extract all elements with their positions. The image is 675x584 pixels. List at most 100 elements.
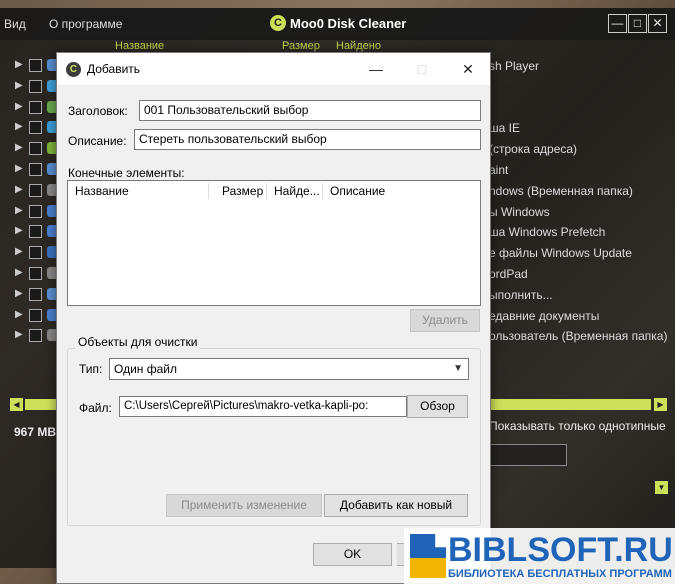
delete-button[interactable]: Удалить xyxy=(410,309,480,332)
type-select[interactable]: Один файл ▼ xyxy=(109,358,469,380)
file-label: Файл: xyxy=(79,401,112,415)
column-header-size[interactable]: Размер xyxy=(282,40,320,52)
checkbox-icon[interactable] xyxy=(29,204,42,218)
tree-row[interactable]: ▶ xyxy=(12,222,62,243)
menu-view[interactable]: Вид xyxy=(4,17,26,31)
play-arrow-icon[interactable]: ▶ xyxy=(15,267,23,278)
group-title: Объекты для очистки xyxy=(75,335,201,349)
dialog-close-button[interactable]: ✕ xyxy=(445,53,491,85)
dialog-minimize-button[interactable]: — xyxy=(353,53,399,85)
play-arrow-icon[interactable]: ▶ xyxy=(15,142,23,153)
list-item[interactable] xyxy=(489,77,675,98)
scroll-left-icon[interactable]: ◀ xyxy=(10,398,23,411)
apply-change-button[interactable]: Применить изменение xyxy=(166,494,322,517)
play-arrow-icon[interactable]: ▶ xyxy=(15,59,23,70)
checkbox-icon[interactable] xyxy=(29,79,42,93)
list-item[interactable]: едавние документы xyxy=(489,306,675,327)
checkbox-icon[interactable] xyxy=(29,266,42,280)
end-items-label: Конечные элементы: xyxy=(68,166,185,180)
description-input[interactable]: Стереть пользовательский выбор xyxy=(134,129,481,150)
list-item[interactable] xyxy=(489,98,675,119)
app-minimize-button[interactable]: — xyxy=(608,14,627,33)
cleaner-item-list: sh Player ша IE (строка адреса) aint ndows (… xyxy=(489,56,675,347)
list-column-size[interactable]: Размер xyxy=(222,184,263,198)
play-arrow-icon[interactable]: ▶ xyxy=(15,329,23,340)
file-path-input[interactable]: C:\Users\Сергей\Pictures\makro-vetka-kap… xyxy=(119,396,407,417)
play-arrow-icon[interactable]: ▶ xyxy=(15,246,23,257)
list-item[interactable]: е файлы Windows Update xyxy=(489,243,675,264)
list-item[interactable]: ы Windows xyxy=(489,202,675,223)
list-column-name[interactable]: Название xyxy=(75,184,129,198)
bottom-field[interactable] xyxy=(489,444,567,466)
play-arrow-icon[interactable]: ▶ xyxy=(15,288,23,299)
play-arrow-icon[interactable]: ▶ xyxy=(15,225,23,236)
play-arrow-icon[interactable]: ▶ xyxy=(15,184,23,195)
tree-row[interactable]: ▶ xyxy=(12,160,62,181)
tree-row[interactable]: ▶ xyxy=(12,243,62,264)
column-divider xyxy=(266,183,267,199)
watermark-subtitle: БИБЛИОТЕКА БЕСПЛАТНЫХ ПРОГРАММ xyxy=(448,568,672,580)
tree-row[interactable]: ▶ xyxy=(12,202,62,223)
tree-row[interactable]: ▶ xyxy=(12,264,62,285)
tree-row[interactable]: ▶ xyxy=(12,118,62,139)
end-items-list[interactable]: Название Размер Найде... Описание xyxy=(67,180,481,306)
tree-row[interactable]: ▶ xyxy=(12,139,62,160)
checkbox-icon[interactable] xyxy=(29,142,42,156)
list-column-found[interactable]: Найде... xyxy=(274,184,320,198)
list-item[interactable]: ordPad xyxy=(489,264,675,285)
checkbox-icon[interactable] xyxy=(29,162,42,176)
play-arrow-icon[interactable]: ▶ xyxy=(15,163,23,174)
total-size-label: 967 MB xyxy=(14,425,57,439)
checkbox-icon[interactable] xyxy=(29,100,42,114)
play-arrow-icon[interactable]: ▶ xyxy=(15,309,23,320)
type-label: Тип: xyxy=(79,362,103,376)
play-arrow-icon[interactable]: ▶ xyxy=(15,121,23,132)
add-dialog: C Добавить — □ ✕ Заголовок: 001 Пользова… xyxy=(56,52,491,584)
tree-row[interactable]: ▶ xyxy=(12,326,62,347)
scrollbar-track[interactable] xyxy=(488,399,651,410)
app-titlebar: Вид О программе C Moo0 Disk Cleaner — □ … xyxy=(0,8,675,40)
list-item[interactable]: aint xyxy=(489,160,675,181)
tree-row[interactable]: ▶ xyxy=(12,56,62,77)
tree-row[interactable]: ▶ xyxy=(12,181,62,202)
type-select-value: Один файл xyxy=(114,362,177,376)
scroll-down-icon[interactable]: ▼ xyxy=(655,481,668,494)
checkbox-icon[interactable] xyxy=(29,308,42,322)
chevron-down-icon[interactable]: ▼ xyxy=(453,359,463,379)
play-arrow-icon[interactable]: ▶ xyxy=(15,101,23,112)
list-item[interactable]: ша Windows Prefetch xyxy=(489,222,675,243)
watermark-name: BIBLSOFT.RU xyxy=(448,531,673,569)
column-header-name[interactable]: Название xyxy=(115,40,164,52)
tree-row[interactable]: ▶ xyxy=(12,77,62,98)
tree-row[interactable]: ▶ xyxy=(12,285,62,306)
list-column-description[interactable]: Описание xyxy=(330,184,385,198)
list-item[interactable]: ndows (Временная папка) xyxy=(489,181,675,202)
checkbox-icon[interactable] xyxy=(29,287,42,301)
checkbox-icon[interactable] xyxy=(29,225,42,239)
checkbox-icon[interactable] xyxy=(29,121,42,135)
ok-button[interactable]: OK xyxy=(313,543,392,566)
tree-row[interactable]: ▶ xyxy=(12,306,62,327)
scroll-right-icon[interactable]: ▶ xyxy=(654,398,667,411)
list-item[interactable]: ыполнить... xyxy=(489,285,675,306)
checkbox-icon[interactable] xyxy=(29,246,42,260)
menu-about[interactable]: О программе xyxy=(49,17,122,31)
app-close-button[interactable]: ✕ xyxy=(648,14,667,33)
list-item[interactable]: sh Player xyxy=(489,56,675,77)
column-header-found[interactable]: Найдено xyxy=(336,40,381,52)
app-maximize-button[interactable]: □ xyxy=(628,14,647,33)
play-arrow-icon[interactable]: ▶ xyxy=(15,205,23,216)
list-item[interactable]: ользователь (Временная папка) xyxy=(489,326,675,347)
tree-row[interactable]: ▶ xyxy=(12,98,62,119)
dialog-titlebar: C Добавить — □ ✕ xyxy=(57,53,490,85)
checkbox-icon[interactable] xyxy=(29,329,42,343)
list-item[interactable]: ша IE xyxy=(489,118,675,139)
list-item[interactable]: (строка адреса) xyxy=(489,139,675,160)
add-as-new-button[interactable]: Добавить как новый xyxy=(324,494,468,517)
play-arrow-icon[interactable]: ▶ xyxy=(15,80,23,91)
checkbox-icon[interactable] xyxy=(29,59,42,72)
heading-input[interactable]: 001 Пользовательский выбор xyxy=(139,100,481,121)
same-type-checkbox-label[interactable]: Показывать только однотипные xyxy=(489,419,666,433)
checkbox-icon[interactable] xyxy=(29,183,42,197)
browse-button[interactable]: Обзор xyxy=(407,395,468,418)
